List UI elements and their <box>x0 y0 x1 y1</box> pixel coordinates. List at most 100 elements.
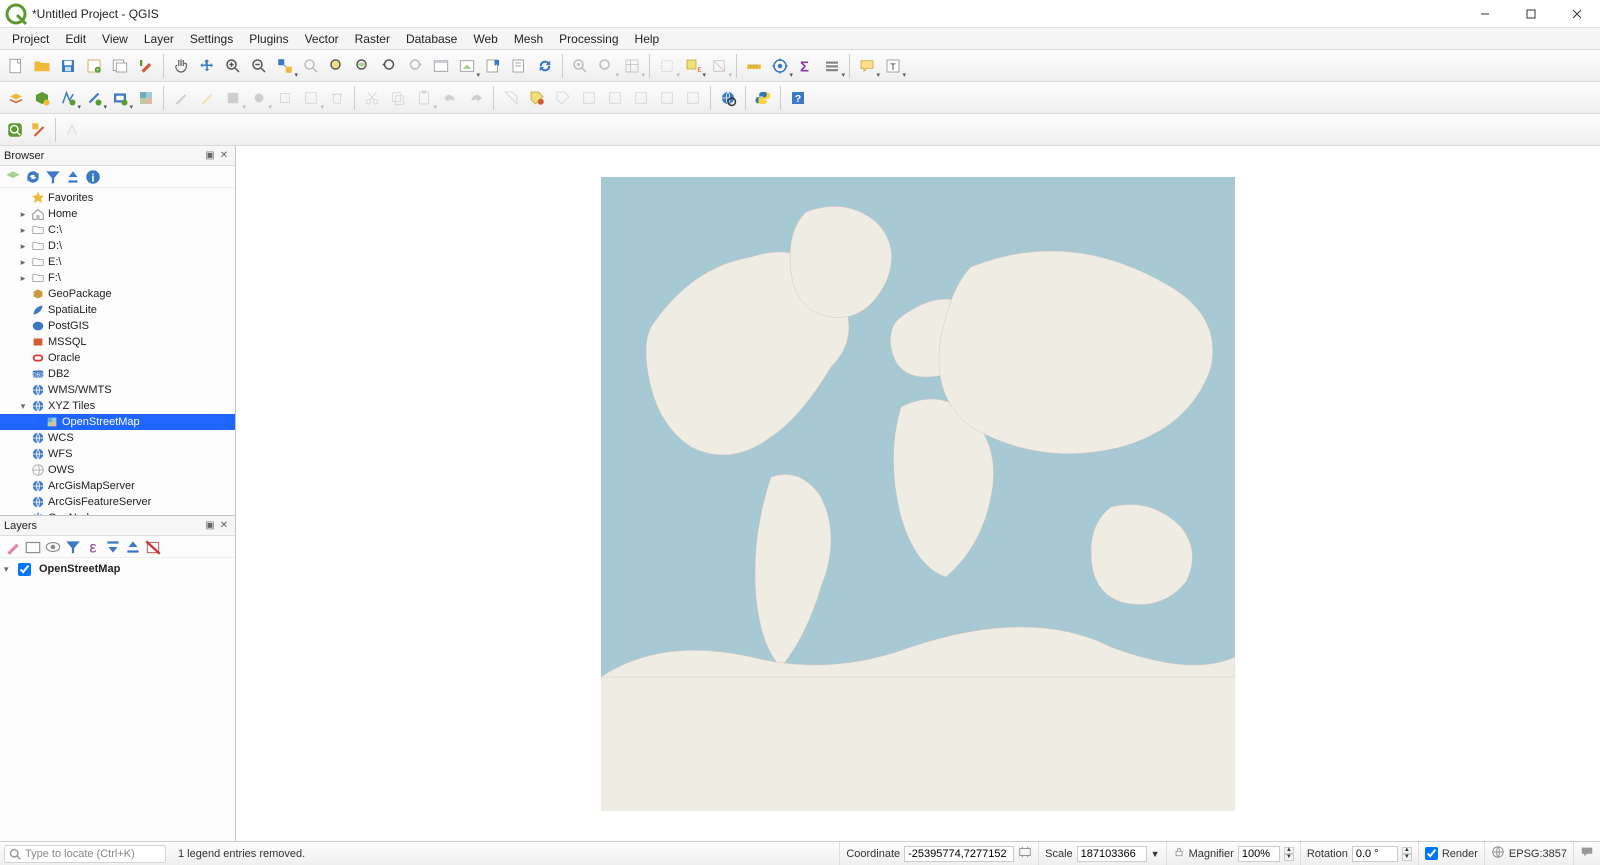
statistical-summary-button[interactable] <box>820 54 844 78</box>
crs-icon[interactable] <box>1491 845 1505 862</box>
zoom-native-button[interactable] <box>273 54 297 78</box>
field-calculator-button[interactable]: Σ <box>794 54 818 78</box>
messages-icon[interactable] <box>1580 845 1594 862</box>
new-map-view-button[interactable] <box>429 54 453 78</box>
show-map-tips-button[interactable] <box>855 54 879 78</box>
layers-panel-header[interactable]: Layers ▣ ✕ <box>0 516 235 536</box>
menu-database[interactable]: Database <box>398 30 465 48</box>
browser-node-oracle[interactable]: Oracle <box>0 350 235 366</box>
new-print-layout-button[interactable]: + <box>82 54 106 78</box>
map-canvas[interactable] <box>236 146 1600 841</box>
add-raster-button[interactable] <box>134 86 158 110</box>
layers-tree[interactable]: ▾OpenStreetMap <box>0 558 235 841</box>
toggle-editing-button[interactable] <box>195 86 219 110</box>
filter-by-expression-icon[interactable]: ε <box>84 538 102 556</box>
browser-panel-header[interactable]: Browser ▣ ✕ <box>0 146 235 166</box>
window-maximize-button[interactable] <box>1508 0 1554 28</box>
rot-up[interactable]: ▲ <box>1402 847 1412 854</box>
extents-icon[interactable] <box>1018 845 1032 862</box>
lock-scale-icon[interactable] <box>1173 846 1185 861</box>
new-spatialite-button[interactable] <box>82 86 106 110</box>
scale-dropdown-icon[interactable]: ▼ <box>1151 849 1160 859</box>
browser-undock-button[interactable]: ▣ <box>203 150 217 161</box>
menu-view[interactable]: View <box>94 30 136 48</box>
copy-features-button[interactable] <box>386 86 410 110</box>
browser-node-xyz-tiles[interactable]: ▾XYZ Tiles <box>0 398 235 414</box>
browser-node-mssql[interactable]: MSSQL <box>0 334 235 350</box>
georeferencer-button[interactable] <box>28 119 50 141</box>
menu-settings[interactable]: Settings <box>182 30 241 48</box>
browser-node-arcgismapserver[interactable]: ArcGisMapServer <box>0 478 235 494</box>
window-minimize-button[interactable] <box>1462 0 1508 28</box>
filter-browser-icon[interactable] <box>44 168 62 186</box>
highlight-pinned-labels-button[interactable] <box>551 86 575 110</box>
identify-button[interactable] <box>568 54 592 78</box>
mag-down[interactable]: ▼ <box>1284 854 1294 861</box>
menu-edit[interactable]: Edit <box>57 30 94 48</box>
refresh-browser-icon[interactable] <box>24 168 42 186</box>
browser-node-postgis[interactable]: PostGIS <box>0 318 235 334</box>
digitize-button[interactable] <box>299 86 323 110</box>
scale-value[interactable] <box>1077 846 1147 862</box>
menu-project[interactable]: Project <box>4 30 57 48</box>
redo-button[interactable] <box>464 86 488 110</box>
properties-icon[interactable]: i <box>84 168 102 186</box>
menu-plugins[interactable]: Plugins <box>241 30 296 48</box>
browser-node-home[interactable]: ▸Home <box>0 206 235 222</box>
deselect-all-button[interactable] <box>707 54 731 78</box>
zoom-to-layer-button[interactable] <box>351 54 375 78</box>
identify-features-button[interactable] <box>594 54 618 78</box>
layer-label-button[interactable] <box>499 86 523 110</box>
zoom-to-selection-button[interactable] <box>325 54 349 78</box>
layer-visibility-checkbox[interactable] <box>18 563 31 576</box>
save-project-button[interactable] <box>56 54 80 78</box>
locator-input[interactable]: Type to locate (Ctrl+K) <box>4 845 166 863</box>
browser-node-wfs[interactable]: WFS <box>0 446 235 462</box>
mag-up[interactable]: ▲ <box>1284 847 1294 854</box>
python-console-button[interactable] <box>751 86 775 110</box>
measure-button[interactable] <box>742 54 766 78</box>
remove-layer-icon[interactable] <box>144 538 162 556</box>
toolbox-button[interactable] <box>768 54 792 78</box>
browser-node-favorites[interactable]: Favorites <box>0 190 235 206</box>
browser-node-d-[interactable]: ▸D:\ <box>0 238 235 254</box>
zoom-full-button[interactable] <box>299 54 323 78</box>
magnifier-value[interactable] <box>1238 846 1280 862</box>
zoom-next-button[interactable] <box>403 54 427 78</box>
select-features-button[interactable] <box>655 54 679 78</box>
layers-close-button[interactable]: ✕ <box>217 520 231 531</box>
manage-visibility-icon[interactable] <box>44 538 62 556</box>
world-map[interactable] <box>601 177 1235 811</box>
move-feature-button[interactable] <box>273 86 297 110</box>
undo-button[interactable] <box>438 86 462 110</box>
menu-web[interactable]: Web <box>465 30 505 48</box>
show-layout-manager-button[interactable] <box>108 54 132 78</box>
menu-vector[interactable]: Vector <box>297 30 347 48</box>
add-group-icon[interactable] <box>24 538 42 556</box>
change-label-button[interactable] <box>681 86 705 110</box>
menu-help[interactable]: Help <box>627 30 668 48</box>
save-layer-edits-button[interactable] <box>221 86 245 110</box>
layers-undock-button[interactable]: ▣ <box>203 520 217 531</box>
pin-labels-button[interactable] <box>577 86 601 110</box>
browser-node-arcgisfeatureserver[interactable]: ArcGisFeatureServer <box>0 494 235 510</box>
move-label-button[interactable] <box>629 86 653 110</box>
browser-node-wms-wmts[interactable]: WMS/WMTS <box>0 382 235 398</box>
browser-node-geopackage[interactable]: GeoPackage <box>0 286 235 302</box>
new-3d-map-view-button[interactable] <box>455 54 479 78</box>
new-bookmark-button[interactable] <box>481 54 505 78</box>
browser-node-spatialite[interactable]: SpatiaLite <box>0 302 235 318</box>
browser-node-f-[interactable]: ▸F:\ <box>0 270 235 286</box>
filter-legend-icon[interactable] <box>64 538 82 556</box>
pan-to-selection-button[interactable] <box>195 54 219 78</box>
browser-node-db2[interactable]: DB2DB2 <box>0 366 235 382</box>
browser-node-geonode[interactable]: GeoNode <box>0 510 235 515</box>
browser-node-openstreetmap[interactable]: OpenStreetMap <box>0 414 235 430</box>
text-annotation-button[interactable]: T <box>881 54 905 78</box>
style-manager-button[interactable] <box>134 54 158 78</box>
show-bookmarks-button[interactable] <box>507 54 531 78</box>
browser-tree[interactable]: Favorites▸Home▸C:\▸D:\▸E:\▸F:\GeoPackage… <box>0 188 235 515</box>
window-close-button[interactable] <box>1554 0 1600 28</box>
open-data-source-manager-button[interactable] <box>4 86 28 110</box>
new-geopackage-button[interactable] <box>30 86 54 110</box>
